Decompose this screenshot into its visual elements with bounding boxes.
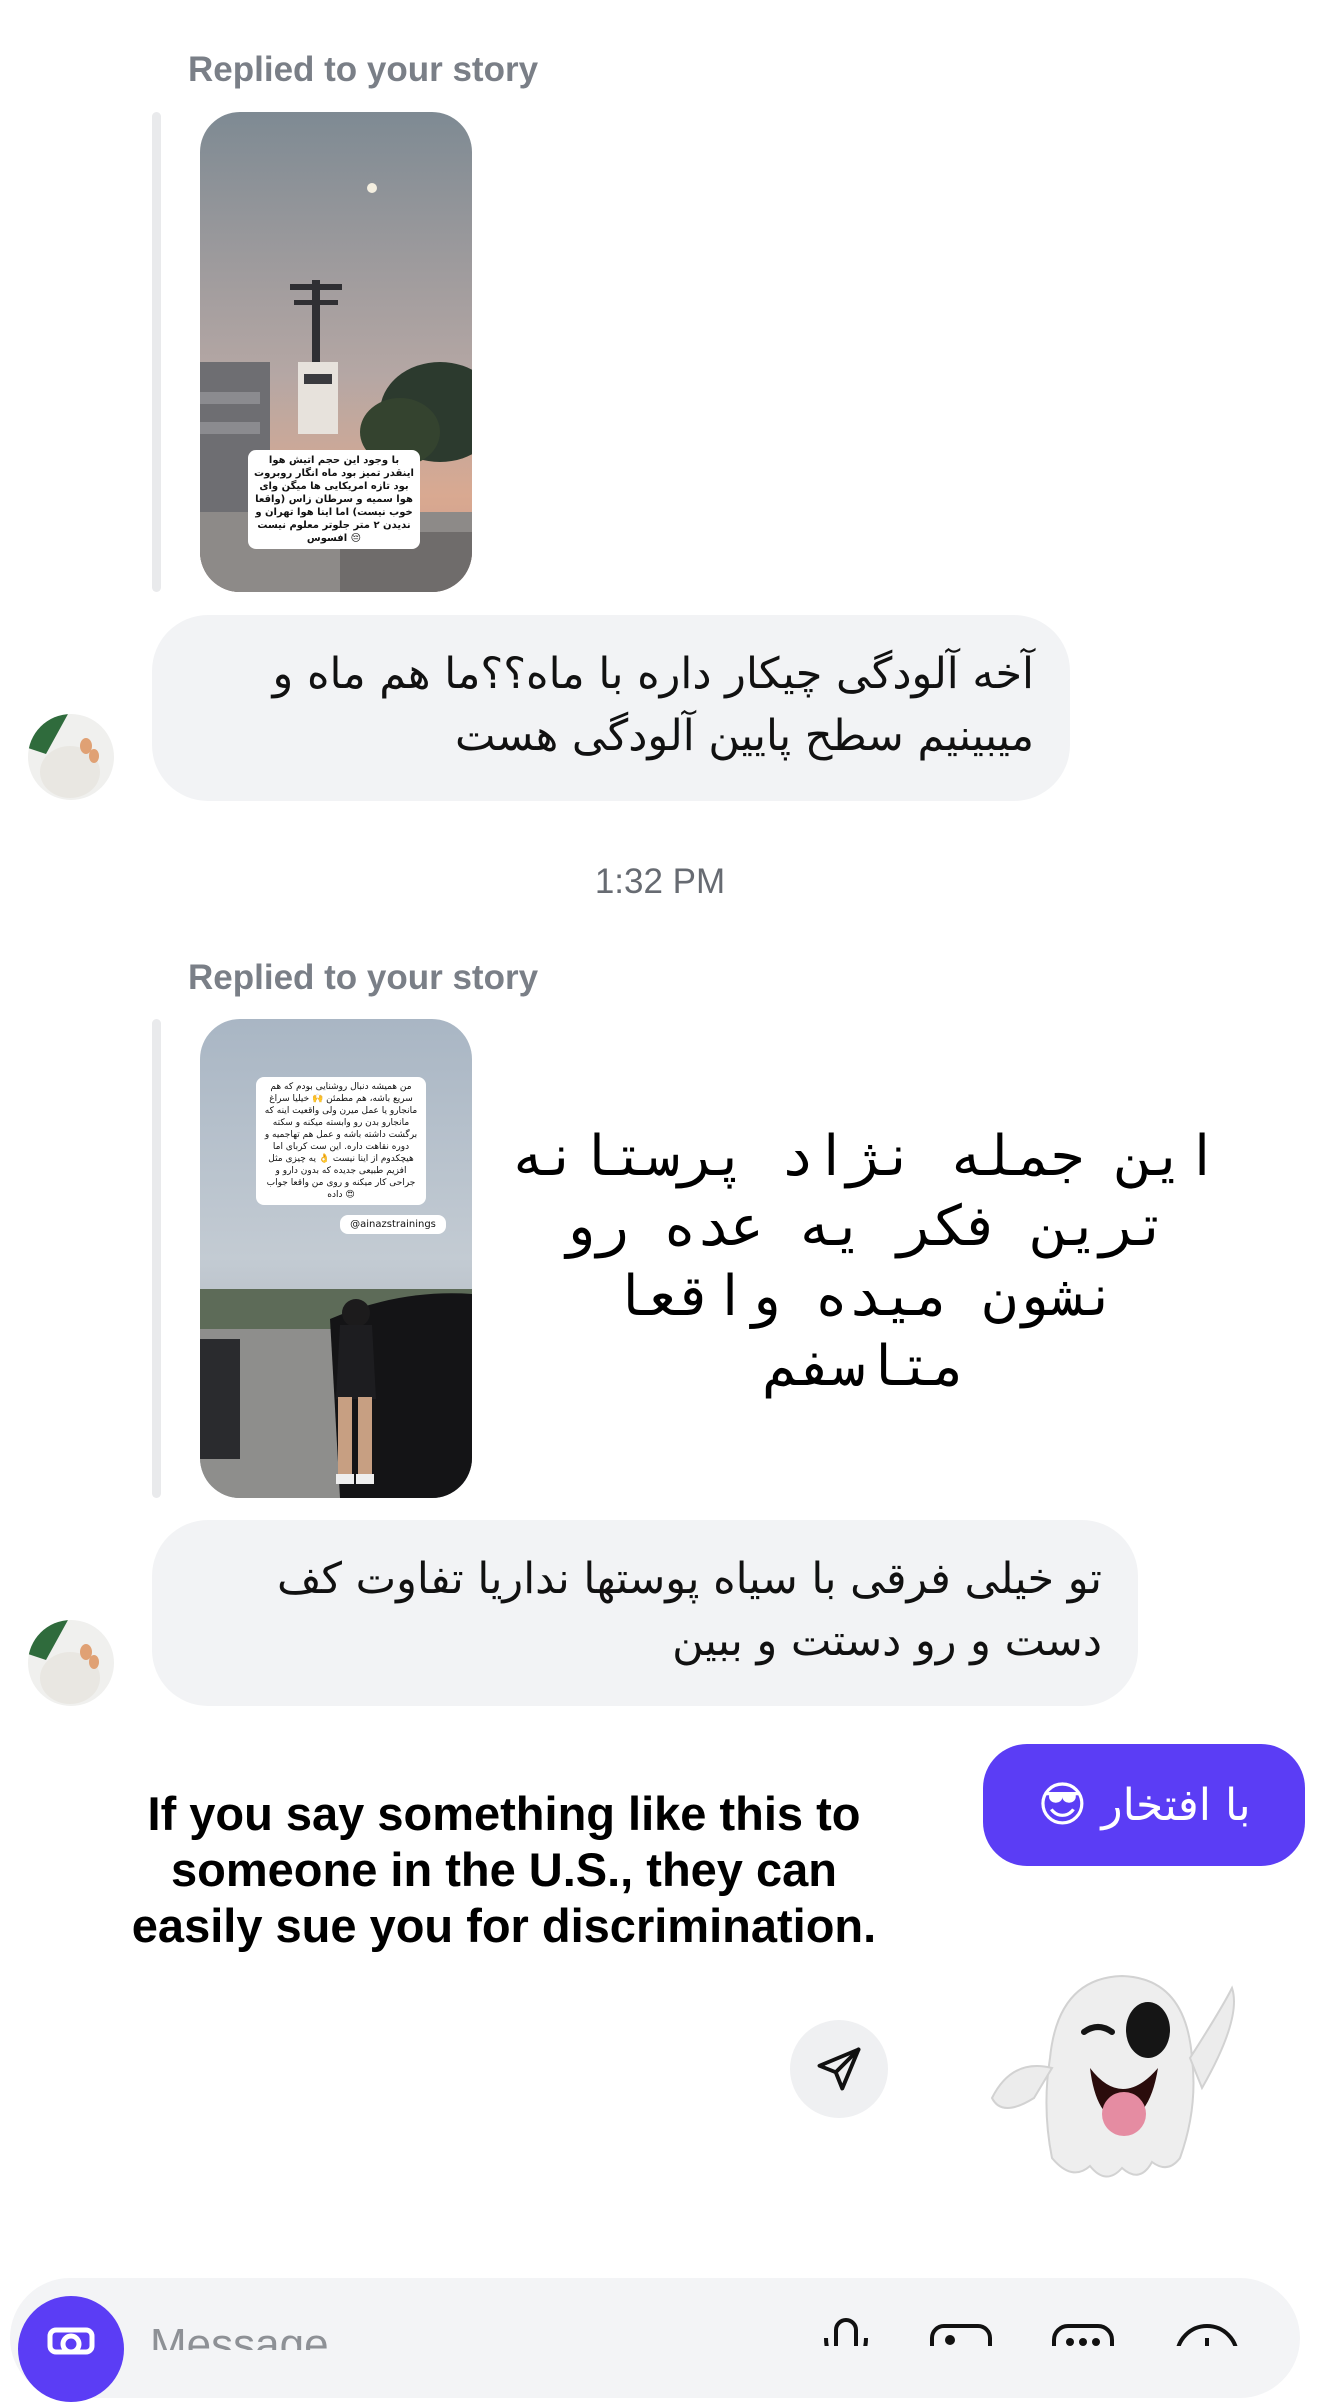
add-button[interactable] [1172,2320,1242,2346]
avatar-image [28,1620,114,1706]
sunglasses-emoji: 😎 [1037,1777,1088,1833]
ghost-sticker[interactable] [972,1948,1240,2188]
reply-indicator-bar [152,1019,161,1498]
caption-overlay-english: If you say something like this to someon… [131,1787,877,1952]
message-bubble-incoming[interactable]: آخه آلودگی چیکار داره با ماه؟؟ما هم ماه … [152,615,1070,801]
gallery-icon [930,2324,992,2346]
message-text: آخه آلودگی چیکار داره با ماه؟؟ما هم ماه … [272,649,1034,761]
plus-icon [1176,2324,1238,2346]
gallery-button[interactable] [928,2322,994,2346]
reply-label: Replied to your story [188,50,539,89]
camera-icon [47,2327,95,2355]
ghost-icon [990,1974,1235,2178]
reply-indicator-bar [152,112,161,592]
message-bubble-outgoing[interactable]: با افتخار 😎 [983,1744,1305,1866]
microphone-icon [824,2318,868,2346]
overlay-text-persian: این جمله نژاد پرستانه ترین فکر یه عده رو… [510,1124,1219,1399]
microphone-button[interactable] [818,2318,874,2346]
share-button[interactable] [790,2020,888,2118]
story-caption: من همیشه دنبال روشنایی بودم که هم سریع ب… [256,1077,426,1205]
sticker-button[interactable] [1050,2322,1116,2346]
timestamp: 1:32 PM [594,862,726,901]
avatar[interactable] [28,714,114,800]
story-caption: با وجود این حجم اتیش هوا اینقدر تمیز بود… [248,450,420,549]
message-bubble-incoming[interactable]: تو خیلی فرقی با سیاه پوستها نداریا تفاوت… [152,1520,1138,1706]
send-icon [817,2047,861,2091]
reply-label: Replied to your story [188,958,539,997]
message-text: تو خیلی فرقی با سیاه پوستها نداریا تفاوت… [276,1554,1102,1666]
story-thumbnail[interactable]: من همیشه دنبال روشنایی بودم که هم سریع ب… [200,1019,472,1498]
story-handle: @ainazstrainings [340,1215,446,1234]
story-thumbnail[interactable]: با وجود این حجم اتیش هوا اینقدر تمیز بود… [200,112,472,592]
camera-button[interactable] [18,2296,124,2402]
avatar[interactable] [28,1620,114,1706]
avatar-image [28,714,114,800]
message-text: با افتخار [1101,1779,1251,1831]
sticker-icon [1052,2324,1114,2346]
